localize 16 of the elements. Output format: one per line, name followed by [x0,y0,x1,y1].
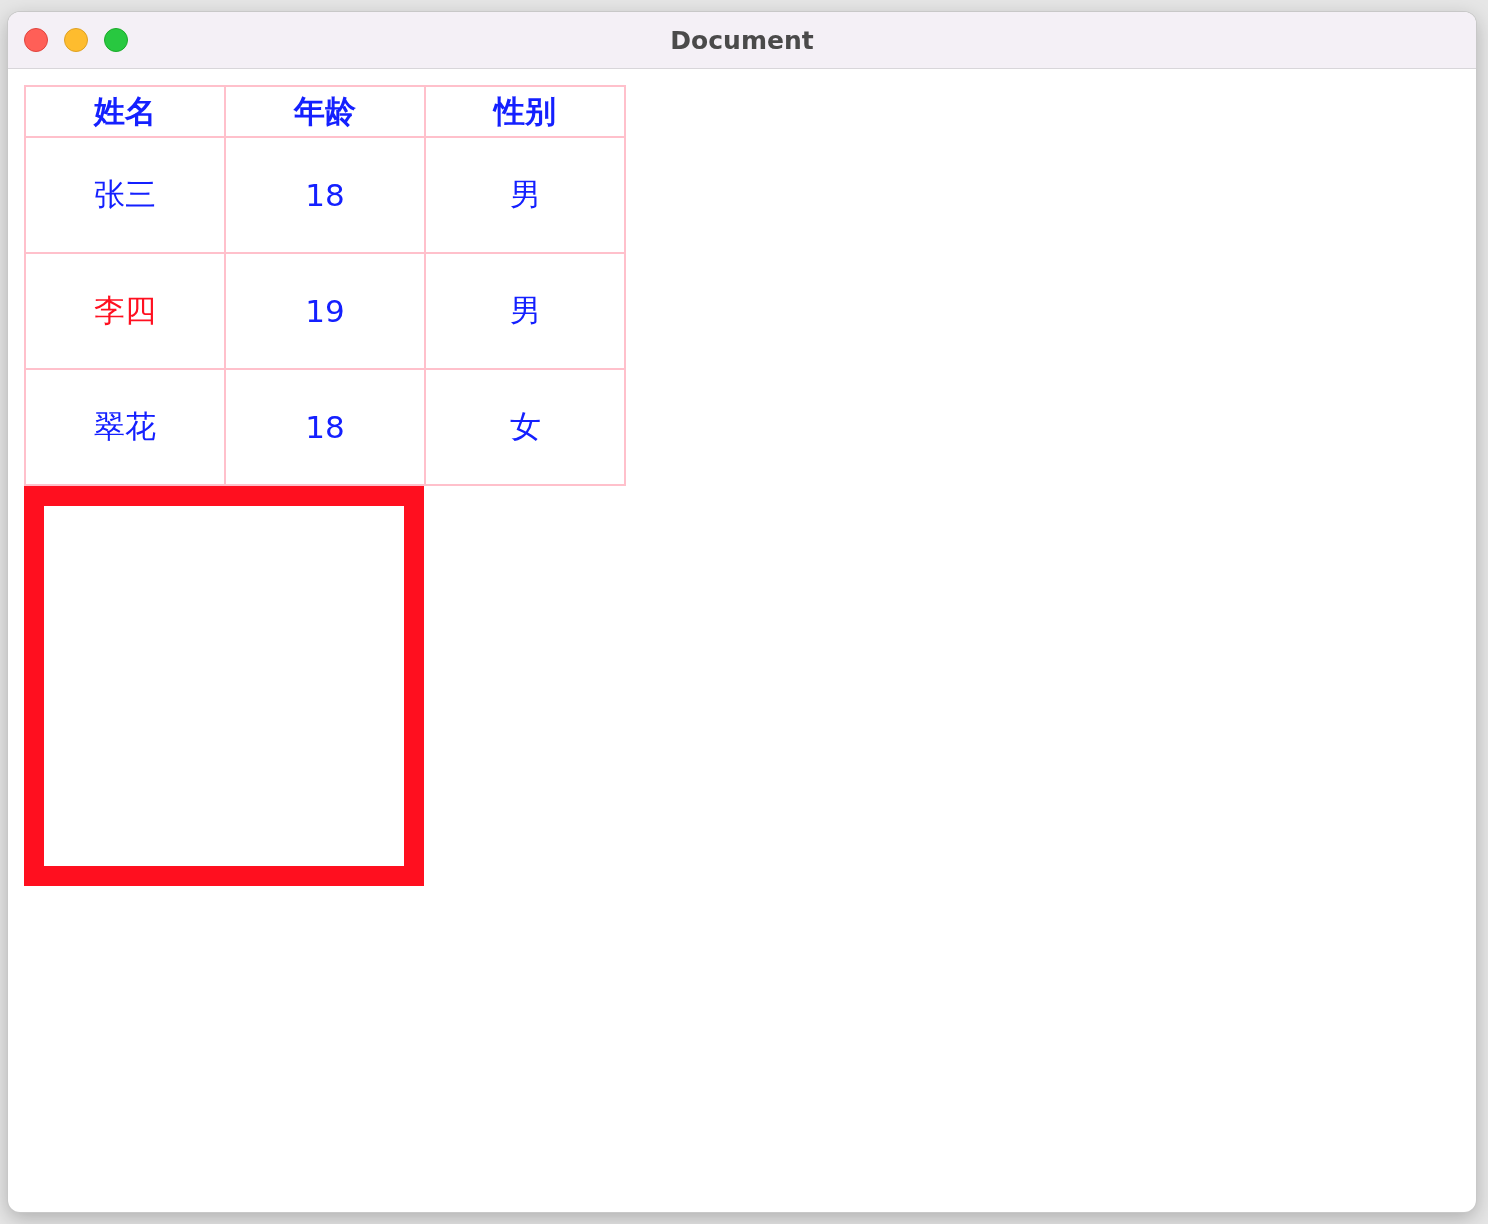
table-cell: 男 [509,176,541,212]
window-title: Document [670,25,814,55]
table-cell: 李四 [94,292,156,328]
zoom-button[interactable] [104,28,128,52]
column-header: 年龄 [225,86,425,137]
column-header: 姓名 [25,86,225,137]
table-cell: 18 [305,409,345,445]
table-cell: 男 [509,292,541,328]
table-cell: 张三 [94,176,156,212]
close-button[interactable] [24,28,48,52]
table-cell: 19 [305,293,345,329]
table-cell: 翠花 [94,408,156,444]
minimize-button[interactable] [64,28,88,52]
table-cell: 18 [305,177,345,213]
table-cell: 女 [509,408,541,444]
column-header: 性别 [425,86,625,137]
